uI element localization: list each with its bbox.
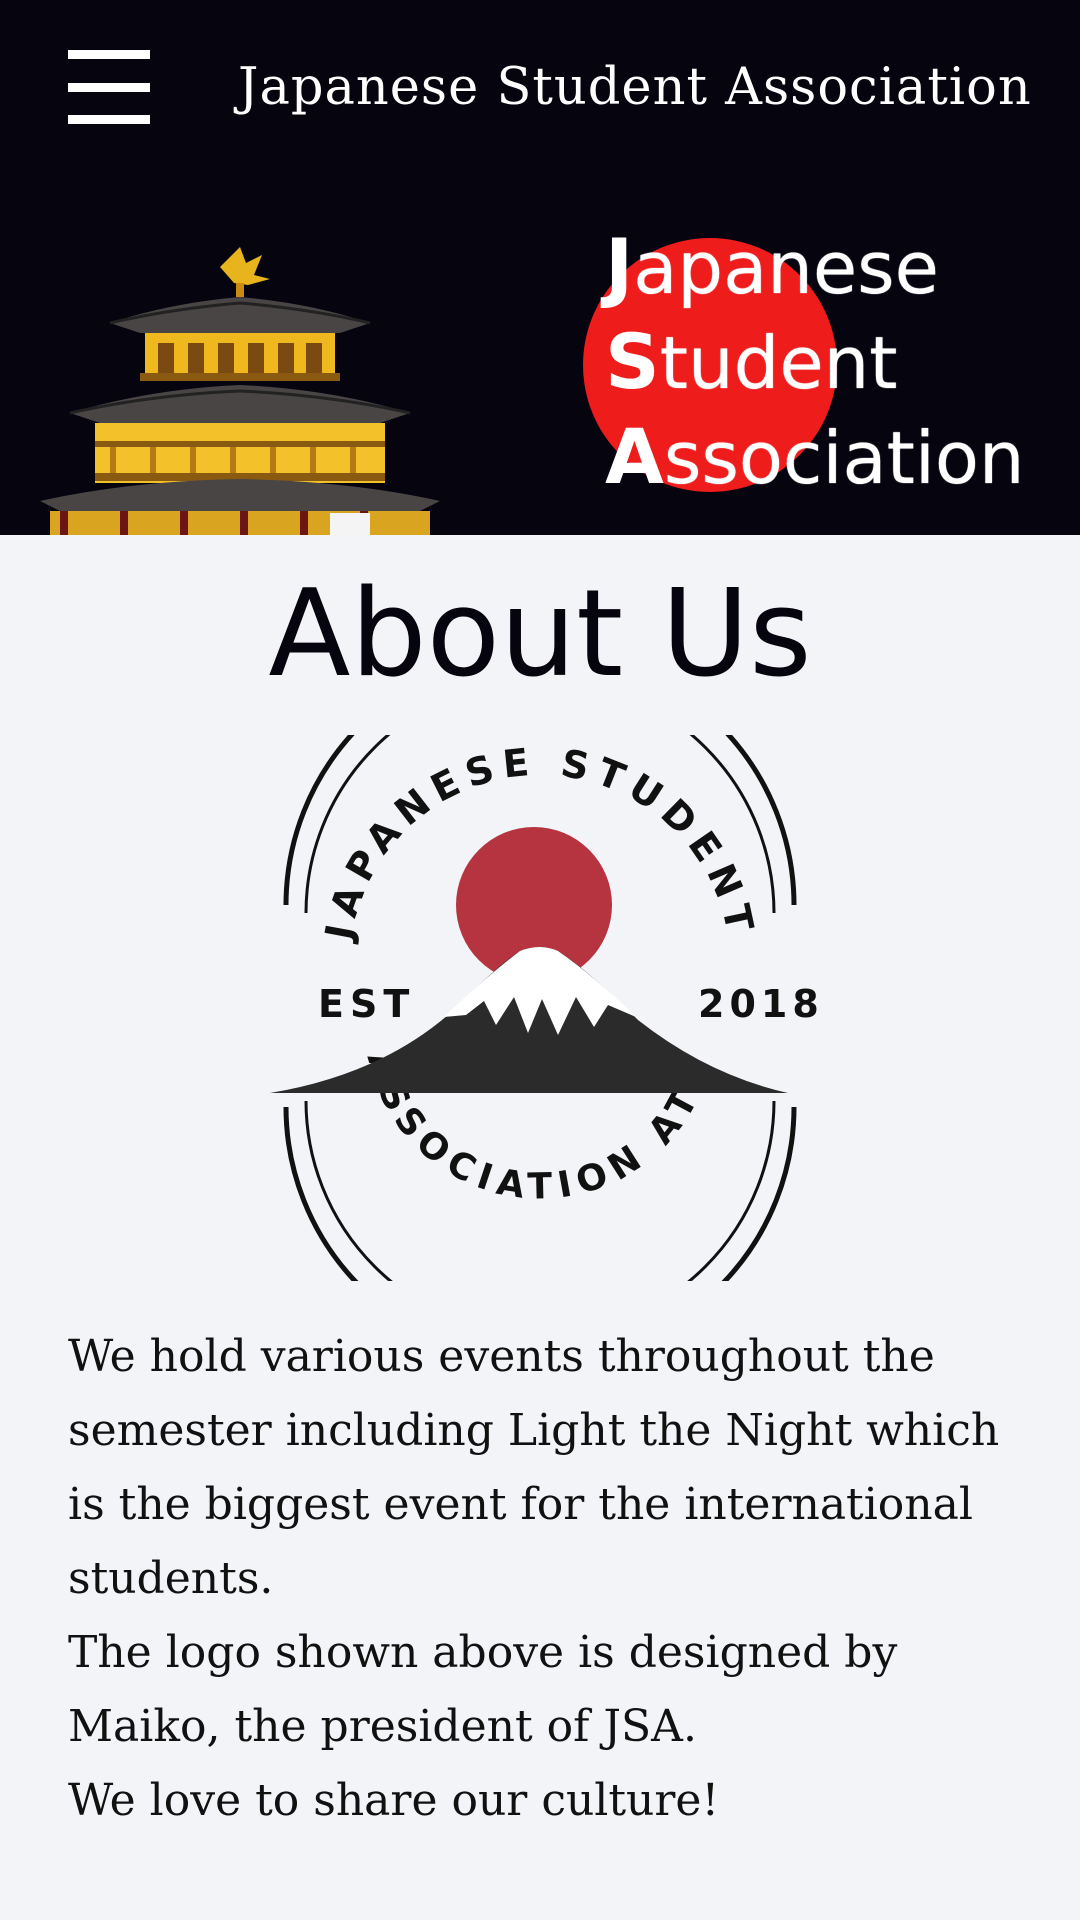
menu-line — [68, 83, 150, 92]
menu-line — [68, 115, 150, 124]
hero-word-rest: apanese — [633, 226, 939, 310]
about-heading: About Us — [268, 565, 812, 704]
menu-line — [68, 50, 150, 59]
site-title[interactable]: Japanese Student Association — [238, 52, 1031, 124]
about-paragraph: We hold various events throughout the se… — [68, 1331, 1000, 1604]
hero-word-initial: J — [605, 222, 634, 311]
logo-est-year: 2018 — [698, 982, 822, 1026]
top-bar: Japanese Student Association — [0, 0, 1080, 175]
hero-word-initial: S — [605, 317, 660, 406]
hero-jsa-wordmark: Japanese Student Association — [605, 220, 1025, 505]
hero-banner: Japanese Student Association — [0, 175, 1080, 535]
hero-word-rest: tudent — [659, 321, 898, 405]
pagoda-illustration — [40, 247, 440, 535]
hero-word: Student — [605, 315, 1025, 410]
hero-word-initial: A — [605, 412, 664, 501]
hamburger-menu-icon[interactable] — [68, 50, 150, 124]
about-section: About Us JAPANESE STUDENT ASSOCIATION AT… — [0, 535, 1080, 1920]
hero-word-rest: ssociation — [663, 416, 1025, 500]
about-paragraph: We love to share our culture! — [68, 1775, 720, 1826]
hero-word: Association — [605, 410, 1025, 505]
jsa-logo: JAPANESE STUDENT ASSOCIATION ATU EST 201… — [270, 735, 822, 1281]
logo-est-label: EST — [318, 982, 415, 1026]
hero-word: Japanese — [605, 220, 1025, 315]
about-paragraph: The logo shown above is designed by Maik… — [68, 1627, 898, 1752]
about-description: We hold various events throughout the se… — [68, 1320, 1018, 1838]
